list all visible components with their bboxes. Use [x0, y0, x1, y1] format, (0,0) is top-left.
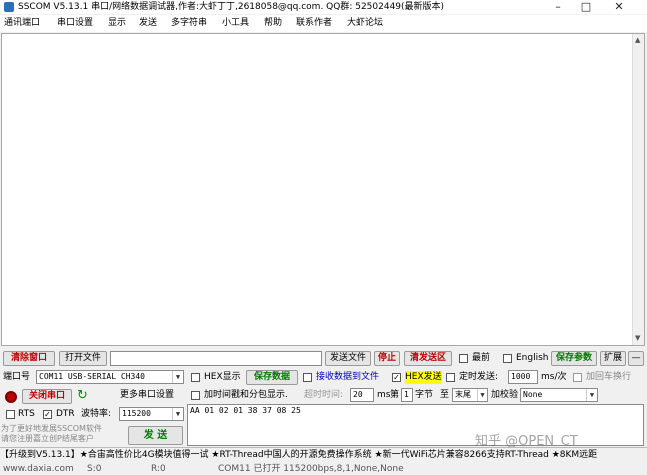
menu-item-send[interactable]: 发送 [139, 15, 157, 32]
hex-display-label: HEX显示 [204, 372, 241, 382]
byte-unit: 字节 [415, 390, 434, 400]
menu-item-display[interactable]: 显示 [108, 15, 126, 32]
menu-item-help[interactable]: 帮助 [264, 15, 282, 32]
checksum-value: None [523, 390, 543, 399]
website-link[interactable]: www.daxia.com [3, 463, 74, 475]
scroll-down-icon[interactable]: ▼ [635, 334, 640, 342]
hex-send-label: HEX发送 [405, 371, 442, 384]
topmost-checkbox[interactable] [459, 354, 468, 363]
baud-value: 115200 [122, 409, 151, 418]
port-status-icon [5, 391, 17, 403]
timed-send-checkbox[interactable] [446, 373, 455, 382]
news-ticker: 【升级到V5.13.1】★合宙高性价比4G模块值得一试 ★RT-Thread中国… [0, 447, 647, 462]
dtr-checkbox[interactable]: ✓ [43, 410, 52, 419]
menu-bar: 通讯端口 串口设置 显示 发送 多字符串 小工具 帮助 联系作者 大虾论坛 [0, 15, 647, 32]
recv-to-file-label: 接收数据到文件 [316, 372, 380, 382]
stop-button[interactable]: 停止 [374, 351, 400, 366]
refresh-icon[interactable]: ↻ [77, 388, 88, 403]
clear-send-button[interactable]: 清发送区 [404, 351, 452, 366]
file-path-input[interactable] [110, 351, 322, 366]
port-label: 端口号 [3, 372, 31, 382]
close-button[interactable]: ✕ [605, 0, 633, 14]
baud-label: 波特率: [81, 409, 112, 419]
dtr-label: DTR [56, 409, 75, 419]
expand-button[interactable]: 扩展 [600, 351, 626, 366]
menu-item-contact-author[interactable]: 联系作者 [296, 15, 332, 32]
menu-item-multi-string[interactable]: 多字符串 [171, 15, 207, 32]
hex-display-checkbox[interactable] [191, 373, 200, 382]
checksum-label: 加校验 [491, 390, 519, 400]
chevron-down-icon: ▼ [172, 408, 183, 420]
timeout-label: 超时时间: [304, 390, 344, 400]
close-port-button[interactable]: 关闭串口 [22, 389, 72, 404]
timeout-input[interactable]: 20 [350, 388, 374, 402]
scroll-up-icon[interactable]: ▲ [635, 36, 640, 44]
menu-item-forum[interactable]: 大虾论坛 [347, 15, 383, 32]
send-button[interactable]: 发 送 [128, 426, 183, 445]
checksum-select[interactable]: None ▼ [520, 388, 598, 402]
more-port-settings-link[interactable]: 更多串口设置 [120, 389, 174, 402]
received-count: R:0 [151, 464, 166, 474]
sent-count: S:0 [87, 464, 102, 474]
maximize-button[interactable]: □ [572, 0, 600, 14]
chevron-down-icon: ▼ [477, 389, 487, 401]
menu-item-tools[interactable]: 小工具 [222, 15, 249, 32]
send-file-button[interactable]: 发送文件 [325, 351, 371, 366]
english-label: English [516, 353, 549, 363]
save-params-button[interactable]: 保存参数 [551, 351, 597, 366]
bottom-status-bar: www.daxia.com S:0 R:0 COM11 已打开 115200bp… [0, 463, 647, 475]
title-bar: SSCOM V5.13.1 串口/网络数据调试器,作者:大虾丁丁,2618058… [0, 0, 647, 14]
english-checkbox[interactable] [503, 354, 512, 363]
collapse-button[interactable]: — [628, 351, 644, 366]
chevron-down-icon: ▼ [172, 371, 183, 383]
topmost-label: 最前 [472, 353, 491, 363]
to-value: 末尾 [455, 390, 471, 399]
promo-text: 为了更好地发展SSCOM软件 请您注册嘉立创P结尾客户 [1, 424, 102, 443]
byte-index-input[interactable]: 1 [401, 388, 413, 402]
save-data-button[interactable]: 保存数据 [246, 370, 298, 385]
clear-window-button[interactable]: 清除窗口 [3, 351, 55, 366]
recv-to-file-checkbox[interactable] [303, 373, 312, 382]
menu-item-comm-port[interactable]: 通讯端口 [4, 15, 40, 32]
add-crlf-checkbox[interactable] [573, 373, 582, 382]
rts-label: RTS [18, 409, 35, 419]
timestamp-label: 加时间戳和分包显示. [204, 390, 288, 400]
byte-prefix: 第 [390, 390, 400, 400]
minimize-button[interactable]: – [544, 0, 572, 14]
rts-checkbox[interactable] [6, 410, 15, 419]
timed-send-label: 定时发送: [459, 372, 499, 382]
menu-item-serial-settings[interactable]: 串口设置 [57, 15, 93, 32]
to-select[interactable]: 末尾 ▼ [452, 388, 488, 402]
hex-send-checkbox[interactable]: ✓ [392, 373, 401, 382]
open-file-button[interactable]: 打开文件 [59, 351, 107, 366]
receive-area[interactable]: ▲ ▼ [1, 33, 645, 346]
to-label: 至 [440, 390, 450, 400]
window-title: SSCOM V5.13.1 串口/网络数据调试器,作者:大虾丁丁,2618058… [18, 2, 445, 12]
port-select[interactable]: COM11 USB-SERIAL CH340 ▼ [36, 370, 184, 384]
receive-scrollbar[interactable]: ▲ ▼ [632, 34, 644, 345]
app-icon [4, 2, 14, 12]
interval-unit: ms/次 [541, 372, 567, 382]
add-crlf-label: 加回车换行 [586, 372, 632, 382]
port-status-text: COM11 已打开 115200bps,8,1,None,None [218, 464, 404, 474]
timeout-unit: ms [377, 390, 391, 400]
timestamp-checkbox[interactable] [191, 391, 200, 400]
interval-input[interactable]: 1000 [508, 370, 538, 384]
chevron-down-icon: ▼ [586, 389, 597, 401]
port-value: COM11 USB-SERIAL CH340 [39, 372, 145, 381]
baud-select[interactable]: 115200 ▼ [119, 407, 184, 421]
